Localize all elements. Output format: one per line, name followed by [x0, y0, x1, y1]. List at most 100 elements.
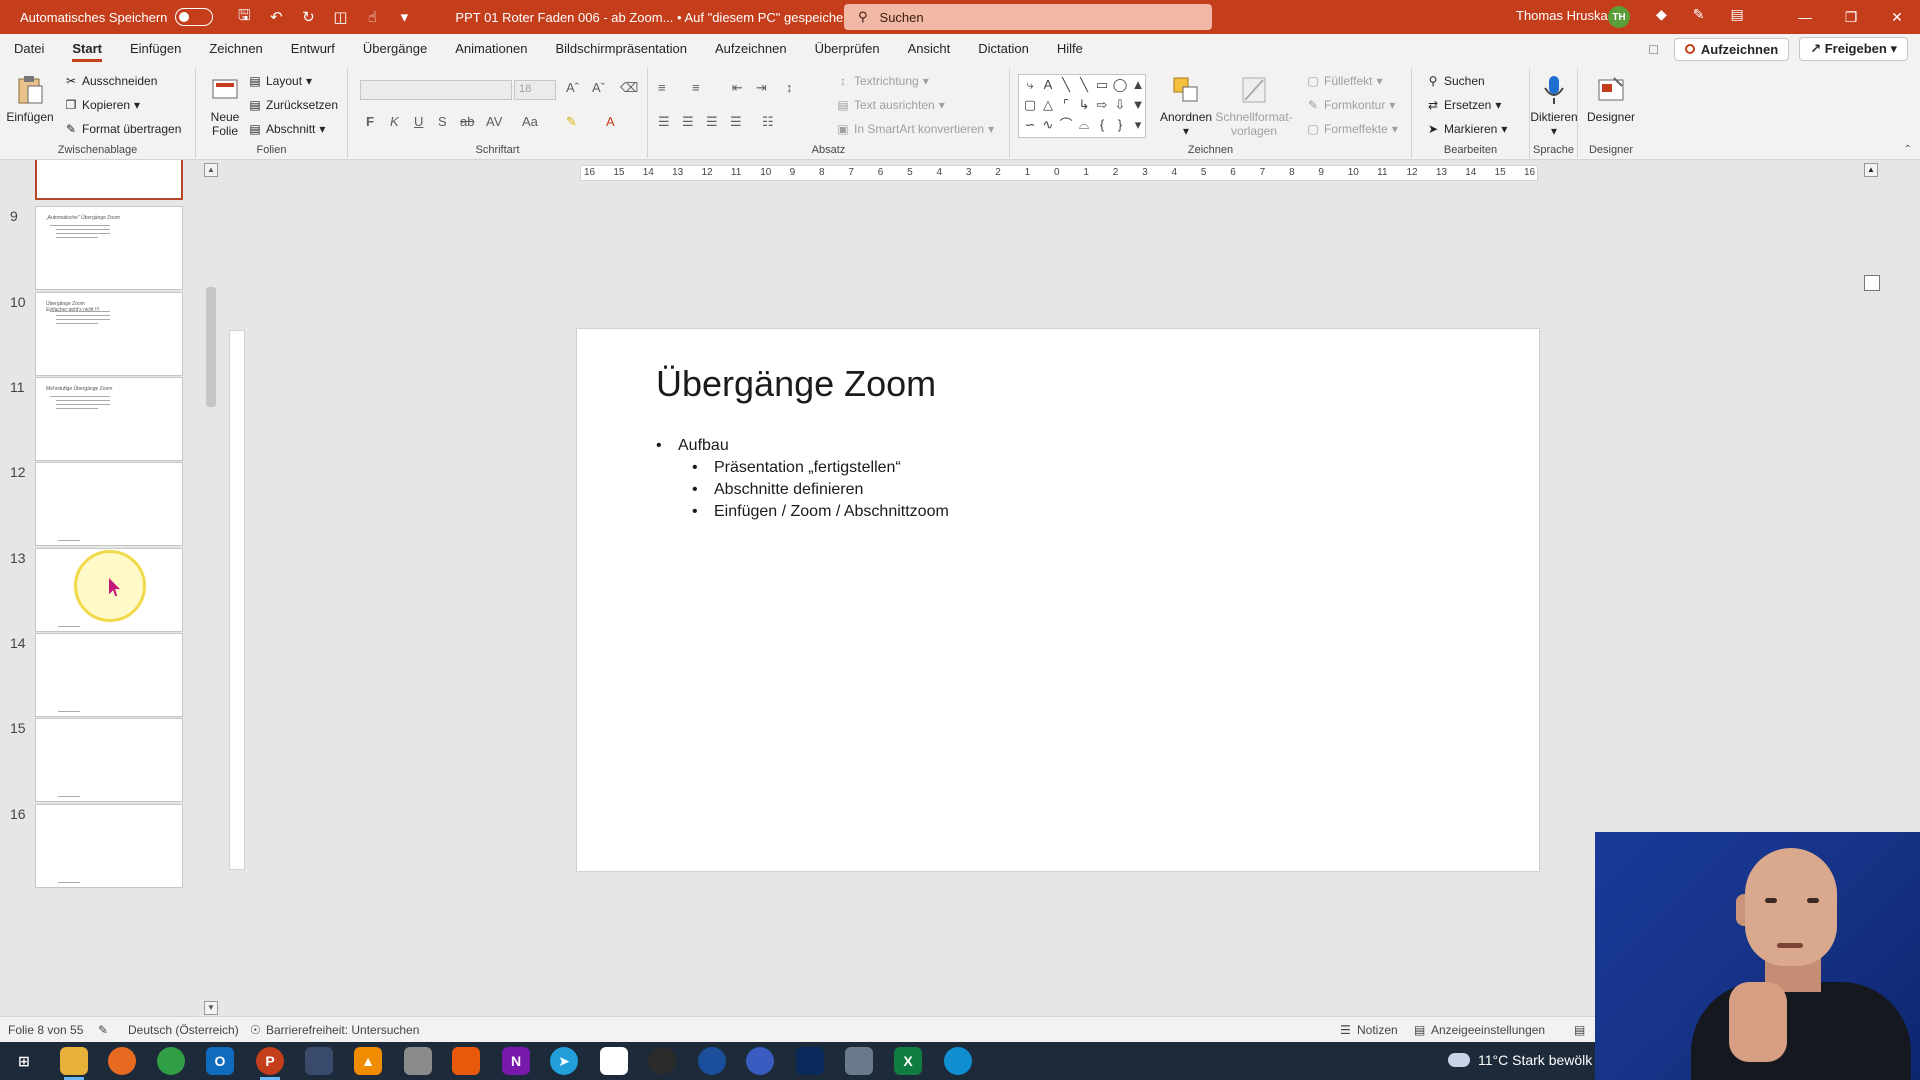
tab-datei[interactable]: Datei	[0, 34, 58, 64]
section-button[interactable]: ▤ Abschnitt ▾	[248, 122, 325, 136]
tab-zeichnen[interactable]: Zeichnen	[195, 34, 276, 64]
obs-icon[interactable]	[648, 1047, 676, 1075]
shape-outline-button[interactable]: ✎ Formkontur ▾	[1306, 98, 1395, 112]
shadow-button[interactable]: S	[438, 114, 447, 129]
record-button[interactable]: Aufzeichnen	[1673, 37, 1790, 61]
outlook-icon[interactable]: O	[206, 1047, 234, 1075]
onenote-icon[interactable]: N	[502, 1047, 530, 1075]
dictate-button[interactable]: Diktieren ▾	[1530, 74, 1578, 138]
strikethrough-button[interactable]: ab	[460, 114, 474, 129]
arrow-right-icon[interactable]: ⇨	[1093, 95, 1111, 115]
rectangle-icon[interactable]: ▭	[1093, 75, 1111, 95]
shape-fill-button[interactable]: ▢ Fülleffekt ▾	[1306, 74, 1382, 88]
more-icon[interactable]: ▾	[1129, 115, 1147, 135]
slide-thumbnail[interactable]	[0, 160, 200, 202]
align-right-icon[interactable]: ☰	[706, 114, 718, 130]
accessibility-status[interactable]: Barrierefreiheit: Untersuchen	[266, 1023, 419, 1037]
arc-icon[interactable]: ⌒	[1057, 115, 1075, 135]
diamond-icon[interactable]: ◆	[1656, 6, 1667, 23]
shape-effects-button[interactable]: ▢ Formeffekte ▾	[1306, 122, 1398, 136]
tab-überprüfen[interactable]: Überprüfen	[801, 34, 894, 64]
app-icon[interactable]	[404, 1047, 432, 1075]
slide-preview[interactable]: Übergänge Zoom Einfacher geht's nicht !!…	[35, 292, 183, 376]
present-icon[interactable]: ◫	[329, 8, 351, 26]
align-center-icon[interactable]: ☰	[682, 114, 694, 130]
decrease-indent-icon[interactable]: ⇤	[732, 80, 743, 96]
avatar[interactable]: TH	[1608, 6, 1630, 28]
slide-bullet[interactable]: Abschnitte definieren	[656, 479, 949, 501]
freeform-icon[interactable]: ∿	[1039, 115, 1057, 135]
line-spacing-icon[interactable]: ↕	[786, 80, 793, 95]
save-icon[interactable]: 🖫	[233, 5, 255, 30]
tab-übergänge[interactable]: Übergänge	[349, 34, 441, 64]
file-explorer-icon[interactable]	[60, 1047, 88, 1080]
close-icon[interactable]: ✕	[1874, 0, 1920, 34]
shape-item[interactable]: ▼	[1129, 95, 1147, 115]
font-size-field[interactable]: 18	[514, 80, 556, 100]
font-name-field[interactable]	[360, 80, 512, 100]
app-icon[interactable]	[796, 1047, 824, 1075]
document-title[interactable]: PPT 01 Roter Faden 006 - ab Zoom... • Au…	[455, 10, 851, 25]
slide-thumbnail[interactable]: 15	[0, 718, 200, 804]
slide-thumbnail[interactable]: 16	[0, 804, 200, 890]
columns-icon[interactable]: ☷	[762, 114, 774, 130]
font-color-icon[interactable]: A	[606, 114, 615, 129]
toggle-switch[interactable]	[175, 8, 214, 26]
slide-preview[interactable]	[35, 462, 183, 546]
search-input[interactable]: ⚲ Suchen	[844, 4, 1212, 30]
tab-animationen[interactable]: Animationen	[441, 34, 541, 64]
scroll-thumb[interactable]	[1864, 275, 1880, 291]
comments-icon[interactable]: □	[1649, 41, 1657, 57]
weather-widget[interactable]: 11°C Stark bewölk	[1444, 1049, 1592, 1068]
line-icon[interactable]: ╲	[1057, 75, 1075, 95]
arrange-button[interactable]: Anordnen ▾	[1160, 74, 1212, 138]
app-icon[interactable]	[600, 1047, 628, 1075]
excel-icon[interactable]: X	[894, 1047, 922, 1075]
cut-button[interactable]: ✂ Ausschneiden	[64, 74, 157, 88]
restore-icon[interactable]: ❐	[1828, 0, 1874, 34]
slide-bullet[interactable]: Präsentation „fertigstellen“	[656, 457, 949, 479]
replace-button[interactable]: ⇄ Ersetzen ▾	[1426, 98, 1501, 112]
slide-preview[interactable]	[35, 160, 183, 200]
bold-button[interactable]: F	[366, 114, 374, 129]
pen-icon[interactable]: ✎	[1693, 6, 1705, 23]
display-settings-button[interactable]: Anzeigeeinstellungen	[1431, 1023, 1545, 1037]
scroll-down-icon[interactable]: ▼	[204, 1001, 218, 1015]
brace-icon[interactable]: {	[1093, 115, 1111, 135]
tab-bildschirmpräsentation[interactable]: Bildschirmpräsentation	[541, 34, 701, 64]
brace-icon[interactable]: }	[1111, 115, 1129, 135]
tab-entwurf[interactable]: Entwurf	[277, 34, 349, 64]
highlight-icon[interactable]: ✎	[566, 114, 577, 130]
slide-thumbnail[interactable]: 12	[0, 462, 200, 548]
touch-mode-icon[interactable]: ☝	[361, 8, 383, 26]
scroll-thumb[interactable]	[206, 287, 216, 407]
slide-preview[interactable]	[35, 718, 183, 802]
shape-item[interactable]: ▲	[1129, 75, 1147, 95]
tab-dictation[interactable]: Dictation	[964, 34, 1043, 64]
ribbon-display-icon[interactable]: ▤	[1731, 6, 1744, 23]
accessibility-icon[interactable]: ☉	[250, 1023, 261, 1037]
chrome-icon[interactable]	[157, 1047, 185, 1075]
collapse-ribbon-icon[interactable]: ⌃	[1904, 144, 1912, 155]
select-button[interactable]: ➤ Markieren ▾	[1426, 122, 1507, 136]
connector-icon[interactable]: ↳	[1075, 95, 1093, 115]
align-text-button[interactable]: ▤ Text ausrichten ▾	[836, 98, 944, 112]
notes-button[interactable]: Notizen	[1357, 1023, 1398, 1037]
shapes-gallery[interactable]: ⤷ A ╲ ╲ ▭ ◯ ▲ ▢ △ ⌜ ↳ ⇨ ⇩ ▼ ∽ ∿ ⌒ ⌓{} ▾	[1018, 74, 1146, 138]
curve-icon[interactable]: ∽	[1021, 115, 1039, 135]
app-icon[interactable]	[305, 1047, 333, 1075]
share-button[interactable]: ↗ Freigeben ▾	[1799, 37, 1908, 61]
tab-ansicht[interactable]: Ansicht	[894, 34, 965, 64]
autosave-toggle[interactable]: Automatisches Speichern	[20, 8, 214, 26]
text-direction-button[interactable]: ↕ Textrichtung ▾	[836, 74, 929, 88]
shape-item[interactable]: ⤷	[1021, 75, 1039, 95]
slide-thumbnail[interactable]: 9 „Automatische" Übergänge Zoom	[0, 206, 200, 292]
shrink-font-icon[interactable]: Aˇ	[592, 80, 605, 95]
redo-icon[interactable]: ↻	[297, 8, 319, 26]
copy-button[interactable]: ❐ Kopieren ▾	[64, 98, 140, 112]
smartart-button[interactable]: ▣ In SmartArt konvertieren ▾	[836, 122, 994, 136]
slide-preview[interactable]	[35, 804, 183, 888]
thumbnail-scrollbar[interactable]: ▲ ▼	[204, 163, 218, 1015]
slide-thumbnail[interactable]: 14	[0, 633, 200, 719]
textbox-icon[interactable]: A	[1039, 75, 1057, 95]
